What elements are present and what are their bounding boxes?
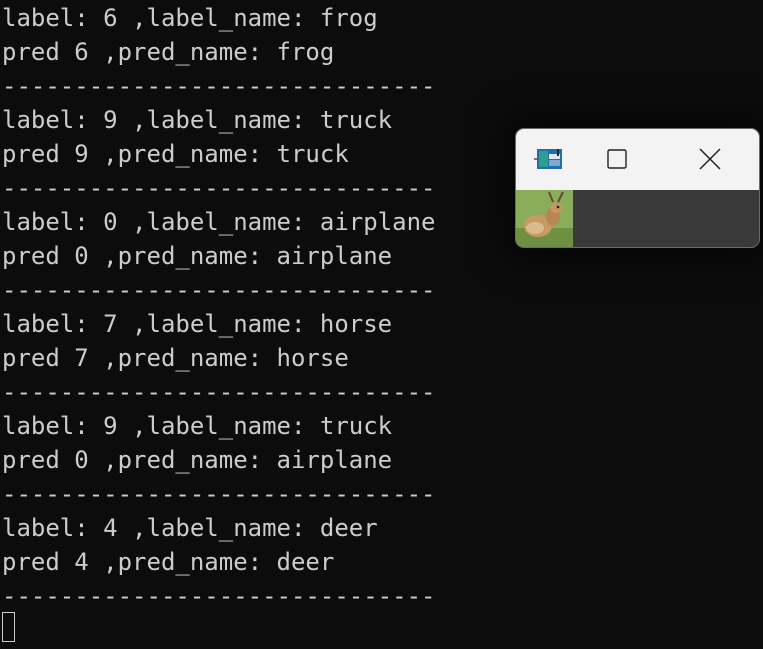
terminal-line: pred 0 ,pred_name: airplane: [2, 242, 393, 270]
separator-line: ------------------------------: [2, 174, 436, 202]
terminal-line: label: 4 ,label_name: deer: [2, 514, 378, 542]
terminal-line: pred 7 ,pred_name: horse: [2, 344, 349, 372]
window-titlebar[interactable]: [516, 129, 759, 190]
terminal-line: pred 6 ,pred_name: frog: [2, 38, 335, 66]
terminal-line: label: 6 ,label_name: frog: [2, 4, 378, 32]
image-preview-window[interactable]: [515, 128, 760, 248]
terminal-line: label: 0 ,label_name: airplane: [2, 208, 436, 236]
maximize-button[interactable]: [602, 145, 632, 173]
close-icon: [699, 148, 721, 170]
terminal-line: pred 9 ,pred_name: truck: [2, 140, 349, 168]
maximize-icon: [607, 149, 627, 169]
terminal-window: label: 6 ,label_name: frog pred 6 ,pred_…: [0, 0, 763, 649]
image-viewer-icon: [534, 146, 564, 172]
window-content: [516, 190, 759, 247]
terminal-line: label: 7 ,label_name: horse: [2, 310, 393, 338]
separator-line: ------------------------------: [2, 480, 436, 508]
separator-line: ------------------------------: [2, 276, 436, 304]
terminal-line: label: 9 ,label_name: truck: [2, 106, 393, 134]
separator-line: ------------------------------: [2, 582, 436, 610]
separator-line: ------------------------------: [2, 72, 436, 100]
close-button[interactable]: [695, 145, 725, 173]
separator-line: ------------------------------: [2, 378, 436, 406]
deer-thumbnail: [516, 190, 573, 247]
terminal-line: label: 9 ,label_name: truck: [2, 412, 393, 440]
text-cursor[interactable]: [2, 612, 15, 642]
terminal-line: pred 0 ,pred_name: airplane: [2, 446, 393, 474]
terminal-line: pred 4 ,pred_name: deer: [2, 548, 335, 576]
